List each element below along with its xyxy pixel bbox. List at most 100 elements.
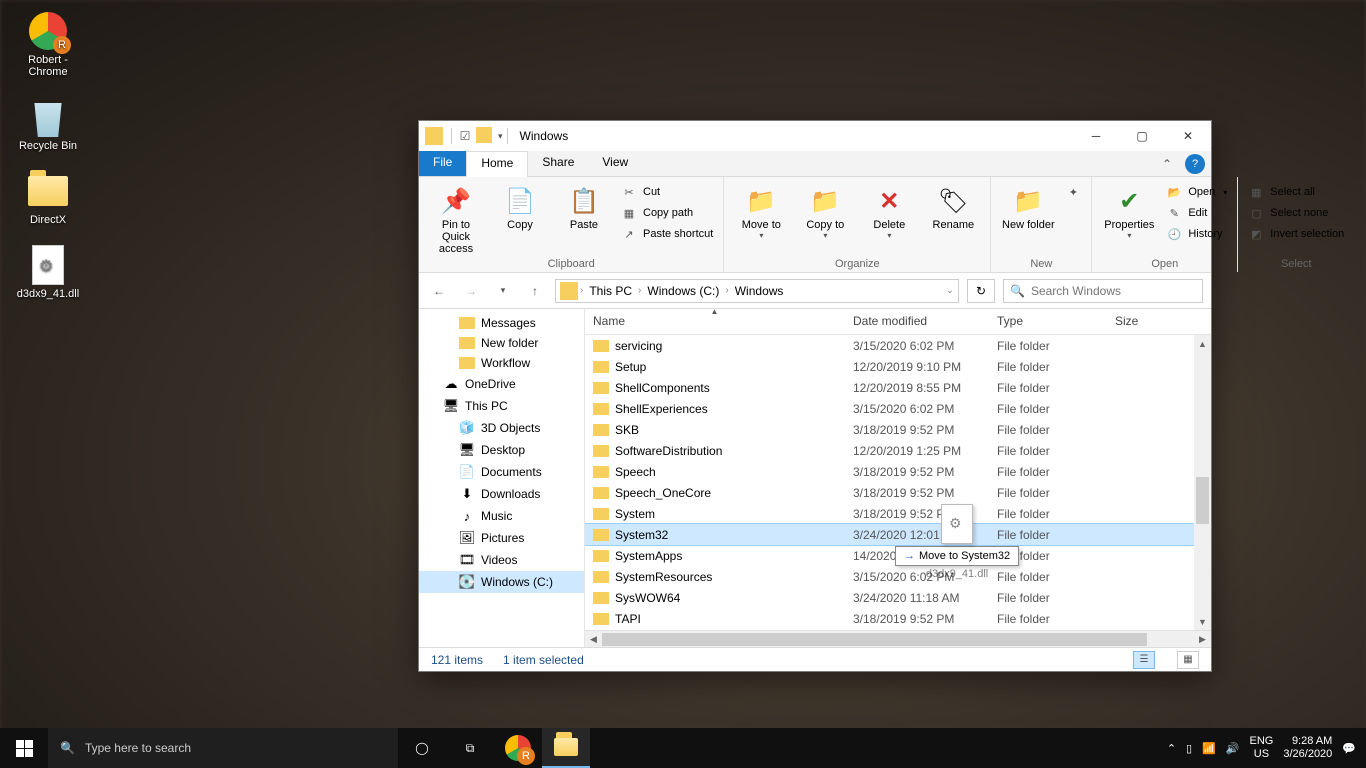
task-view-button[interactable]: ⧉ xyxy=(446,728,494,768)
up-button[interactable]: ↑ xyxy=(523,279,547,303)
nav-item[interactable]: New folder xyxy=(419,333,584,353)
forward-button[interactable]: → xyxy=(459,279,483,303)
nav-item[interactable]: Messages xyxy=(419,313,584,333)
scroll-up-icon[interactable]: ▲ xyxy=(1194,335,1211,352)
back-button[interactable]: ← xyxy=(427,279,451,303)
table-row[interactable]: SysWOW643/24/2020 11:18 AMFile folder xyxy=(585,587,1211,608)
table-row[interactable]: servicing3/15/2020 6:02 PMFile folder xyxy=(585,335,1211,356)
column-type[interactable]: Type xyxy=(989,309,1107,334)
details-view-button[interactable]: ☰ xyxy=(1133,651,1155,669)
cortana-button[interactable]: ◯ xyxy=(398,728,446,768)
navigation-pane[interactable]: MessagesNew folderWorkflow☁OneDrive🖥This… xyxy=(419,309,585,647)
copy-button[interactable]: 📄Copy xyxy=(491,181,549,231)
nav-item[interactable]: 🖼Pictures xyxy=(419,527,584,549)
select-none-button[interactable]: ▢Select none xyxy=(1246,204,1346,222)
new-item-button[interactable]: ✦ xyxy=(1063,183,1083,201)
scroll-left-icon[interactable]: ◀ xyxy=(585,631,602,648)
scroll-thumb[interactable] xyxy=(1196,477,1209,524)
copy-path-button[interactable]: ▦Copy path xyxy=(619,204,715,222)
qat-newfolder-icon[interactable] xyxy=(476,127,492,143)
invert-selection-button[interactable]: ◩Invert selection xyxy=(1246,225,1346,243)
taskbar-file-explorer[interactable] xyxy=(542,728,590,768)
table-row[interactable]: SoftwareDistribution12/20/2019 1:25 PMFi… xyxy=(585,440,1211,461)
rename-button[interactable]: 🏷Rename xyxy=(924,181,982,231)
table-row[interactable]: Setup12/20/2019 9:10 PMFile folder xyxy=(585,356,1211,377)
recent-locations-button[interactable]: ▾ xyxy=(491,279,515,303)
column-size[interactable]: Size xyxy=(1107,309,1211,334)
nav-item[interactable]: 🧊3D Objects xyxy=(419,417,584,439)
tray-overflow-icon[interactable]: ⌃ xyxy=(1167,742,1176,755)
taskbar-search[interactable]: 🔍Type here to search xyxy=(48,728,398,768)
scroll-down-icon[interactable]: ▼ xyxy=(1194,613,1211,630)
pin-to-quick-access-button[interactable]: 📌Pin to Quick access xyxy=(427,181,485,255)
cut-button[interactable]: ✂Cut xyxy=(619,183,715,201)
nav-item[interactable]: 📄Documents xyxy=(419,461,584,483)
desktop-icon-recycle-bin[interactable]: Recycle Bin xyxy=(10,96,86,152)
move-to-button[interactable]: 📁Move to▾ xyxy=(732,181,790,240)
copy-to-button[interactable]: 📁Copy to▾ xyxy=(796,181,854,240)
nav-item[interactable]: ♪Music xyxy=(419,505,584,527)
desktop-icon-chrome[interactable]: Robert - Chrome xyxy=(10,10,86,78)
tab-file[interactable]: File xyxy=(419,151,466,176)
nav-item[interactable]: ☁OneDrive xyxy=(419,373,584,395)
table-row[interactable]: SKB3/18/2019 9:52 PMFile folder xyxy=(585,419,1211,440)
new-folder-button[interactable]: 📁New folder xyxy=(999,181,1057,231)
qat-properties-icon[interactable]: ☑ xyxy=(456,127,474,145)
scroll-thumb[interactable] xyxy=(602,633,1147,646)
vertical-scrollbar[interactable]: ▲ ▼ xyxy=(1194,335,1211,630)
wifi-icon[interactable]: 📶 xyxy=(1202,742,1216,755)
column-date[interactable]: Date modified xyxy=(845,309,989,334)
table-row[interactable]: Speech_OneCore3/18/2019 9:52 PMFile fold… xyxy=(585,482,1211,503)
select-all-button[interactable]: ▦Select all xyxy=(1246,183,1346,201)
breadcrumb-seg[interactable]: Windows xyxy=(731,284,788,298)
column-name[interactable]: Name▲ xyxy=(585,309,845,334)
qat-dropdown-icon[interactable]: ▾ xyxy=(498,131,503,142)
tab-view[interactable]: View xyxy=(588,151,642,176)
nav-item[interactable]: 🎞Videos xyxy=(419,549,584,571)
collapse-ribbon-icon[interactable]: ⌃ xyxy=(1155,151,1179,176)
volume-icon[interactable]: 🔊 xyxy=(1226,742,1240,755)
horizontal-scrollbar[interactable]: ◀ ▶ xyxy=(585,630,1211,647)
desktop-icon-directx-folder[interactable]: DirectX xyxy=(10,170,86,226)
select-none-icon: ▢ xyxy=(1248,205,1264,221)
paste-button[interactable]: 📋Paste xyxy=(555,181,613,231)
nav-item[interactable]: ⬇Downloads xyxy=(419,483,584,505)
refresh-button[interactable]: ↻ xyxy=(967,279,995,303)
delete-button[interactable]: ✕Delete▾ xyxy=(860,181,918,240)
titlebar[interactable]: ☑ ▾ Windows ─ ▢ ✕ xyxy=(419,121,1211,151)
paste-shortcut-button[interactable]: ↗Paste shortcut xyxy=(619,225,715,243)
nav-item[interactable]: 🖥This PC xyxy=(419,395,584,417)
close-button[interactable]: ✕ xyxy=(1165,121,1211,151)
action-center-icon[interactable]: 💬 xyxy=(1342,742,1356,755)
clock[interactable]: 9:28 AM3/26/2020 xyxy=(1283,735,1332,761)
scroll-right-icon[interactable]: ▶ xyxy=(1194,631,1211,648)
address-dropdown-icon[interactable]: ⌄ xyxy=(946,285,954,296)
nav-item[interactable]: 💽Windows (C:) xyxy=(419,571,584,593)
search-input[interactable] xyxy=(1031,284,1196,298)
nav-item[interactable]: 🖥Desktop xyxy=(419,439,584,461)
taskbar-chrome[interactable] xyxy=(494,728,542,768)
nav-item[interactable]: Workflow xyxy=(419,353,584,373)
breadcrumb-seg[interactable]: Windows (C:) xyxy=(643,284,723,298)
battery-icon[interactable]: ▯ xyxy=(1186,742,1192,755)
help-icon[interactable]: ? xyxy=(1185,154,1205,174)
large-icons-view-button[interactable]: ▦ xyxy=(1177,651,1199,669)
table-row[interactable]: ShellExperiences3/15/2020 6:02 PMFile fo… xyxy=(585,398,1211,419)
language-indicator[interactable]: ENGUS xyxy=(1250,735,1274,761)
history-button[interactable]: 🕘History xyxy=(1164,225,1229,243)
breadcrumb-seg[interactable]: This PC xyxy=(585,284,636,298)
tab-home[interactable]: Home xyxy=(466,151,528,177)
start-button[interactable] xyxy=(0,728,48,768)
search-box[interactable]: 🔍 xyxy=(1003,279,1203,303)
edit-button[interactable]: ✎Edit xyxy=(1164,204,1229,222)
minimize-button[interactable]: ─ xyxy=(1073,121,1119,151)
tab-share[interactable]: Share xyxy=(528,151,588,176)
maximize-button[interactable]: ▢ xyxy=(1119,121,1165,151)
properties-button[interactable]: ✔Properties▾ xyxy=(1100,181,1158,240)
desktop-icon-d3dx9-file[interactable]: d3dx9_41.dll xyxy=(10,244,86,300)
table-row[interactable]: TAPI3/18/2019 9:52 PMFile folder xyxy=(585,608,1211,629)
table-row[interactable]: Speech3/18/2019 9:52 PMFile folder xyxy=(585,461,1211,482)
open-button[interactable]: 📂Open▾ xyxy=(1164,183,1229,201)
table-row[interactable]: ShellComponents12/20/2019 8:55 PMFile fo… xyxy=(585,377,1211,398)
address-bar[interactable]: › This PC › Windows (C:) › Windows ⌄ xyxy=(555,279,959,303)
